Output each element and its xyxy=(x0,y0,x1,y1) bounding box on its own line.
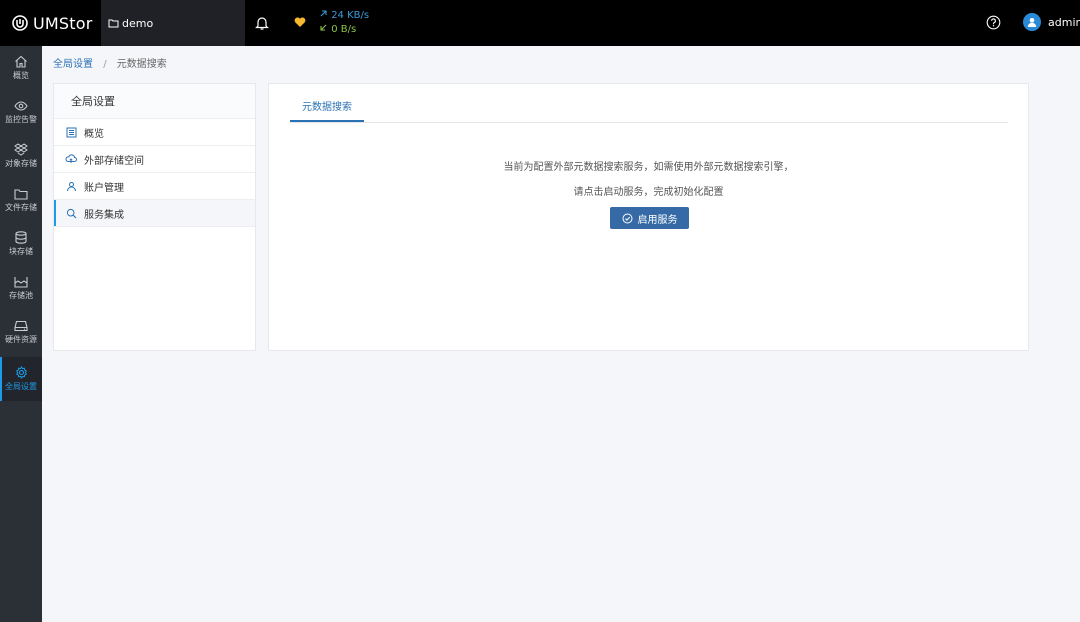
heart-icon[interactable] xyxy=(294,17,306,28)
arrow-up-right-icon xyxy=(320,10,327,17)
logo[interactable]: UMStor xyxy=(12,0,93,46)
nav-item-label: 全局设置 xyxy=(5,382,37,391)
nav-item-file-storage[interactable]: 文件存储 xyxy=(0,178,42,222)
nav-item-label: 硬件资源 xyxy=(5,334,37,344)
left-nav: 概览 监控告警 对象存储 文件存储 块存储 存储池 硬件资源 全局设置 xyxy=(0,46,42,622)
cluster-selector[interactable]: demo xyxy=(101,0,245,46)
notice-line-1: 当前为配置外部元数据搜索服务，如需使用外部元数据搜索引擎， xyxy=(503,162,794,173)
settings-menu-title: 全局设置 xyxy=(54,84,255,119)
list-icon xyxy=(65,127,77,138)
user-menu[interactable]: admin xyxy=(1023,13,1080,31)
settings-item-overview[interactable]: 概览 xyxy=(54,119,255,146)
avatar-icon xyxy=(1023,13,1041,31)
database-icon xyxy=(15,231,27,244)
settings-item-label: 概览 xyxy=(84,128,104,140)
traffic-down: 0 B/s xyxy=(319,23,369,37)
folder-icon xyxy=(108,18,119,28)
settings-item-label: 外部存储空间 xyxy=(84,155,144,167)
nav-item-label: 块存储 xyxy=(9,247,33,256)
nav-item-storage-pool[interactable]: 存储池 xyxy=(0,266,42,310)
main-content-card: 元数据搜索 当前为配置外部元数据搜索服务，如需使用外部元数据搜索引擎， 请点击启… xyxy=(268,83,1029,351)
nav-item-object-storage[interactable]: 对象存储 xyxy=(0,134,42,178)
traffic-up-value: 24 KB/s xyxy=(331,10,370,21)
folder-icon xyxy=(14,188,28,200)
nav-item-overview[interactable]: 概览 xyxy=(0,46,42,90)
traffic-up: 24 KB/s xyxy=(319,9,369,23)
settings-item-label: 服务集成 xyxy=(84,209,124,221)
traffic-down-value: 0 B/s xyxy=(331,24,357,35)
tab-bar: 元数据搜索 xyxy=(290,98,1008,123)
nav-item-hardware[interactable]: 硬件资源 xyxy=(0,310,42,354)
bell-icon[interactable] xyxy=(255,15,269,31)
user-icon xyxy=(65,181,77,192)
settings-menu-card: 全局设置 概览 外部存储空间 账户管理 服务集成 xyxy=(53,83,256,351)
cluster-name: demo xyxy=(122,16,154,30)
nav-item-label: 文件存储 xyxy=(5,202,37,212)
check-circle-icon xyxy=(622,213,633,224)
arrow-down-left-icon xyxy=(320,24,327,31)
cloud-icon xyxy=(65,154,77,164)
settings-item-label: 账户管理 xyxy=(84,182,124,194)
dropbox-icon xyxy=(14,143,28,156)
gear-icon xyxy=(15,366,27,379)
tab-metadata-search[interactable]: 元数据搜索 xyxy=(290,98,364,122)
nav-item-label: 概览 xyxy=(13,71,29,80)
traffic-indicator: 24 KB/s 0 B/s xyxy=(319,9,369,37)
nav-item-monitoring[interactable]: 监控告警 xyxy=(0,90,42,134)
logo-icon xyxy=(12,15,28,31)
breadcrumb-root[interactable]: 全局设置 xyxy=(53,59,93,70)
settings-item-external-storage[interactable]: 外部存储空间 xyxy=(54,146,255,173)
hard-drive-icon xyxy=(14,320,28,331)
notice-line-2: 请点击启动服务，完成初始化配置 xyxy=(573,187,724,198)
nav-item-block-storage[interactable]: 块存储 xyxy=(0,222,42,266)
breadcrumb: 全局设置 / 元数据搜索 xyxy=(53,55,167,70)
top-bar: UMStor demo 24 KB/s 0 B/s admin xyxy=(0,0,1080,46)
enable-service-button[interactable]: 启用服务 xyxy=(610,207,689,229)
search-icon xyxy=(65,208,77,219)
breadcrumb-separator: / xyxy=(103,59,107,70)
nav-item-label: 监控告警 xyxy=(5,114,37,124)
enable-service-label: 启用服务 xyxy=(637,214,678,226)
breadcrumb-current: 元数据搜索 xyxy=(116,59,167,70)
settings-item-account[interactable]: 账户管理 xyxy=(54,173,255,200)
help-icon[interactable] xyxy=(986,15,1001,30)
logo-text: UMStor xyxy=(33,13,93,33)
eye-icon xyxy=(14,100,28,111)
nav-item-global-settings[interactable]: 全局设置 xyxy=(0,357,42,401)
pool-icon xyxy=(14,276,28,288)
settings-item-service-integration[interactable]: 服务集成 xyxy=(54,200,255,227)
home-icon xyxy=(15,55,27,68)
nav-item-label: 存储池 xyxy=(9,290,33,300)
nav-item-label: 对象存储 xyxy=(5,159,37,168)
user-name: admin xyxy=(1048,15,1080,29)
